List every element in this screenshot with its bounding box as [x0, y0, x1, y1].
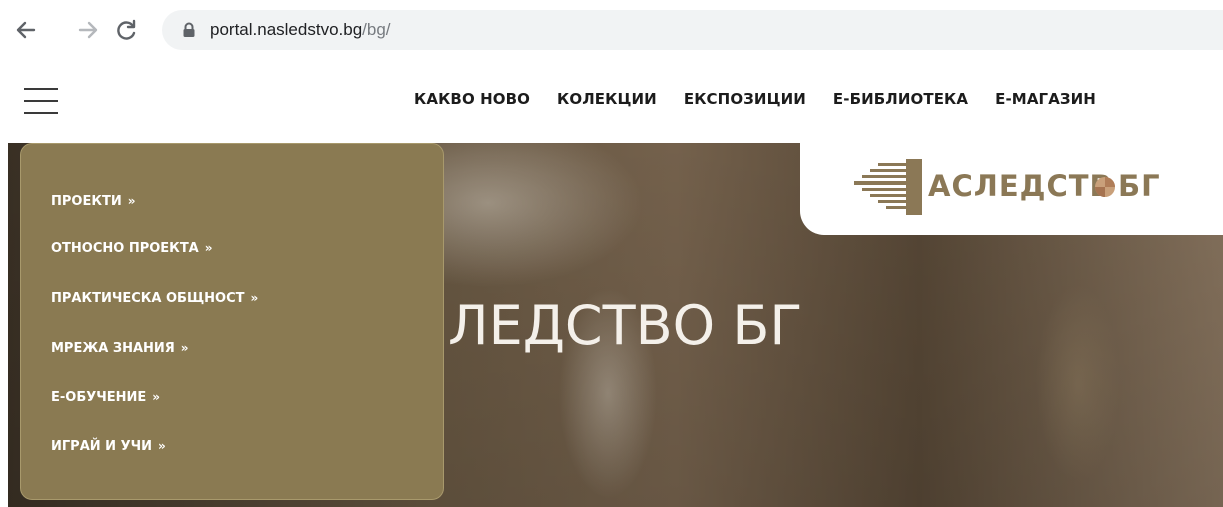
- nav-item-e-library[interactable]: Е-БИБЛИОТЕКА: [833, 90, 968, 108]
- menu-item-label: ПРОЕКТИ: [51, 194, 122, 209]
- chevron-right-icon: »: [157, 439, 166, 453]
- hamburger-menu-icon[interactable]: [24, 86, 58, 116]
- address-url[interactable]: portal.nasledstvo.bg/bg/: [210, 20, 391, 40]
- logo-wordmark-tail: БГ: [1118, 169, 1161, 203]
- chevron-right-icon: »: [250, 291, 259, 305]
- hero-title: ЛЕДСТВО БГ: [448, 294, 803, 357]
- chevron-right-icon: »: [204, 241, 213, 255]
- nav-item-whats-new[interactable]: КАКВО НОВО: [414, 90, 530, 108]
- address-bar[interactable]: portal.nasledstvo.bg/bg/: [162, 10, 1223, 50]
- nav-item-collections[interactable]: КОЛЕКЦИИ: [557, 90, 657, 108]
- site-logo[interactable]: АСЛЕДСТВ БГ: [800, 143, 1223, 235]
- menu-item-label: Е-ОБУЧЕНИЕ: [51, 390, 147, 405]
- menu-item-knowledge-network[interactable]: МРЕЖА ЗНАНИЯ »: [51, 341, 189, 356]
- nav-item-expositions[interactable]: ЕКСПОЗИЦИИ: [684, 90, 806, 108]
- menu-item-projects[interactable]: ПРОЕКТИ »: [51, 194, 135, 209]
- nasledstvo-logo-icon: [854, 159, 922, 215]
- browser-toolbar: portal.nasledstvo.bg/bg/: [0, 0, 1223, 62]
- chevron-right-icon: »: [127, 194, 136, 208]
- main-navigation: КАКВО НОВО КОЛЕКЦИИ ЕКСПОЗИЦИИ Е-БИБЛИОТ…: [414, 90, 1123, 108]
- forward-arrow-icon[interactable]: [74, 14, 102, 46]
- menu-item-community-practice[interactable]: ПРАКТИЧЕСКА ОБЩНОСТ »: [51, 291, 258, 306]
- url-path: /bg/: [362, 20, 391, 39]
- lock-icon[interactable]: [182, 22, 196, 43]
- back-arrow-icon[interactable]: [12, 14, 40, 46]
- menu-item-e-learning[interactable]: Е-ОБУЧЕНИЕ »: [51, 390, 160, 405]
- dropdown-menu: ПРОЕКТИ » ОТНОСНО ПРОЕКТА » ПРАКТИЧЕСКА ОБ…: [20, 143, 444, 500]
- menu-item-play-and-learn[interactable]: ИГРАЙ И УЧИ »: [51, 439, 166, 454]
- menu-item-label: ПРАКТИЧЕСКА ОБЩНОСТ: [51, 291, 245, 306]
- nav-item-e-shop[interactable]: Е-МАГАЗИН: [995, 90, 1096, 108]
- logo-o-icon: [1095, 177, 1115, 197]
- menu-item-about-project[interactable]: ОТНОСНО ПРОЕКТА »: [51, 241, 213, 256]
- menu-item-label: ИГРАЙ И УЧИ: [51, 439, 152, 454]
- logo-wordmark: АСЛЕДСТВ: [928, 169, 1113, 203]
- reload-icon[interactable]: [112, 14, 140, 46]
- chevron-right-icon: »: [180, 341, 189, 355]
- chevron-right-icon: »: [152, 390, 161, 404]
- menu-item-label: МРЕЖА ЗНАНИЯ: [51, 341, 175, 356]
- url-host: portal.nasledstvo.bg: [210, 20, 363, 39]
- menu-item-label: ОТНОСНО ПРОЕКТА: [51, 241, 199, 256]
